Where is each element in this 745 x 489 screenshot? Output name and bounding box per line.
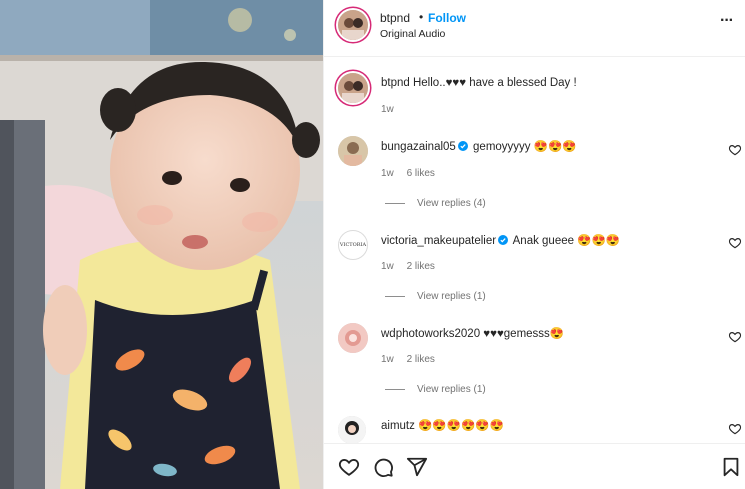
comment-username[interactable]: victoria_makeupatelier	[381, 235, 496, 247]
comment-avatar[interactable]	[338, 323, 368, 353]
comment-time[interactable]: 1w	[381, 261, 394, 272]
comment-text: ♥♥♥gemesss😍	[483, 328, 565, 340]
view-replies-button[interactable]: View replies (1)	[385, 384, 486, 395]
caption-username[interactable]: btpnd	[381, 77, 410, 89]
avatar-logo-text: VICTORIA	[339, 242, 367, 248]
caption-text: Hello..♥♥♥ have a blessed Day !	[412, 77, 577, 89]
replies-line	[385, 202, 405, 204]
heart-outline-icon[interactable]	[338, 456, 360, 478]
view-replies-label: View replies (4)	[417, 198, 486, 209]
view-replies-button[interactable]: View replies (1)	[385, 291, 486, 302]
comment-text: gemoyyyyy 😍😍😍	[473, 141, 577, 153]
comment-avatar[interactable]	[338, 416, 366, 444]
comment-like-heart-icon[interactable]	[728, 422, 742, 436]
caption-time[interactable]: 1w	[381, 104, 394, 115]
comment-time[interactable]: 1w	[381, 168, 394, 179]
comment-body: wdphotoworks2020 ♥♥♥gemesss😍	[381, 326, 564, 340]
separator-dot: •	[419, 10, 424, 24]
more-icon[interactable]: ···	[720, 12, 734, 30]
author-username[interactable]: btpnd	[380, 11, 410, 25]
comment-body: victoria_makeupatelier Anak gueee 😍😍😍	[381, 233, 620, 247]
comment-avatar[interactable]: VICTORIA	[338, 230, 368, 260]
audio-label[interactable]: Original Audio	[380, 28, 445, 40]
share-icon[interactable]	[406, 456, 428, 478]
verified-badge-icon	[498, 235, 509, 245]
caption-meta: 1w	[381, 104, 404, 115]
comment-avatar[interactable]	[338, 136, 368, 166]
comment-body: aimutz 😍😍😍😍😍😍	[381, 418, 504, 432]
bookmark-icon[interactable]	[720, 456, 742, 478]
comment-like-heart-icon[interactable]	[728, 143, 742, 157]
comment-username[interactable]: wdphotoworks2020	[381, 328, 480, 340]
comment-meta: 1w 2 likes	[381, 261, 445, 272]
comment-likes[interactable]: 2 likes	[407, 261, 435, 272]
caption: btpnd Hello..♥♥♥ have a blessed Day !	[381, 77, 577, 89]
comment-meta: 1w 6 likes	[381, 168, 445, 179]
author-avatar[interactable]	[338, 10, 368, 40]
follow-button[interactable]: Follow	[428, 11, 466, 25]
comment-username[interactable]: bungazainal05	[381, 141, 456, 153]
comment-time[interactable]: 1w	[381, 354, 394, 365]
view-replies-label: View replies (1)	[417, 384, 486, 395]
replies-line	[385, 388, 405, 390]
view-replies-button[interactable]: View replies (4)	[385, 198, 486, 209]
actions-divider	[324, 443, 745, 444]
baby-video-frame	[0, 0, 323, 489]
comment-body: bungazainal05 gemoyyyyy 😍😍😍	[381, 139, 577, 153]
view-replies-label: View replies (1)	[417, 291, 486, 302]
header-divider	[324, 56, 745, 57]
post-details-panel: btpnd • Follow Original Audio ··· btpnd …	[323, 0, 745, 489]
post-media[interactable]	[0, 0, 323, 489]
verified-badge-icon	[457, 141, 468, 151]
comment-text: 😍😍😍😍😍😍	[418, 420, 504, 432]
comment-text: Anak gueee 😍😍😍	[512, 235, 621, 247]
comment-like-heart-icon[interactable]	[728, 236, 742, 250]
comment-username[interactable]: aimutz	[381, 420, 415, 432]
caption-avatar[interactable]	[338, 73, 368, 103]
comment-icon[interactable]	[372, 456, 394, 478]
comment-meta: 1w 2 likes	[381, 354, 445, 365]
replies-line	[385, 295, 405, 297]
comment-likes[interactable]: 2 likes	[407, 354, 435, 365]
comment-like-heart-icon[interactable]	[728, 330, 742, 344]
comment-likes[interactable]: 6 likes	[407, 168, 435, 179]
